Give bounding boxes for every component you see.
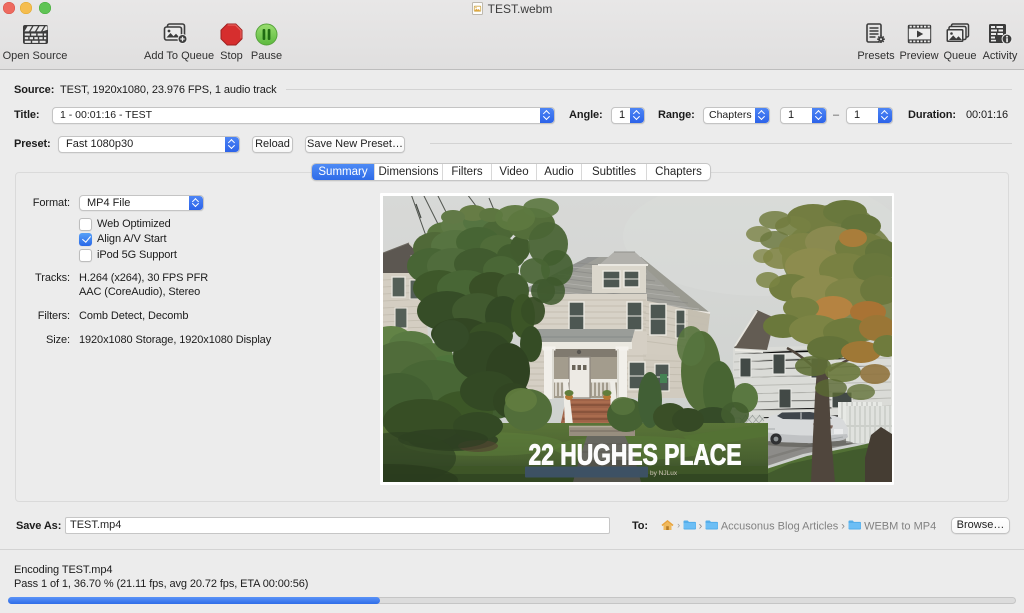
svg-text:by NJLux: by NJLux bbox=[650, 470, 678, 477]
